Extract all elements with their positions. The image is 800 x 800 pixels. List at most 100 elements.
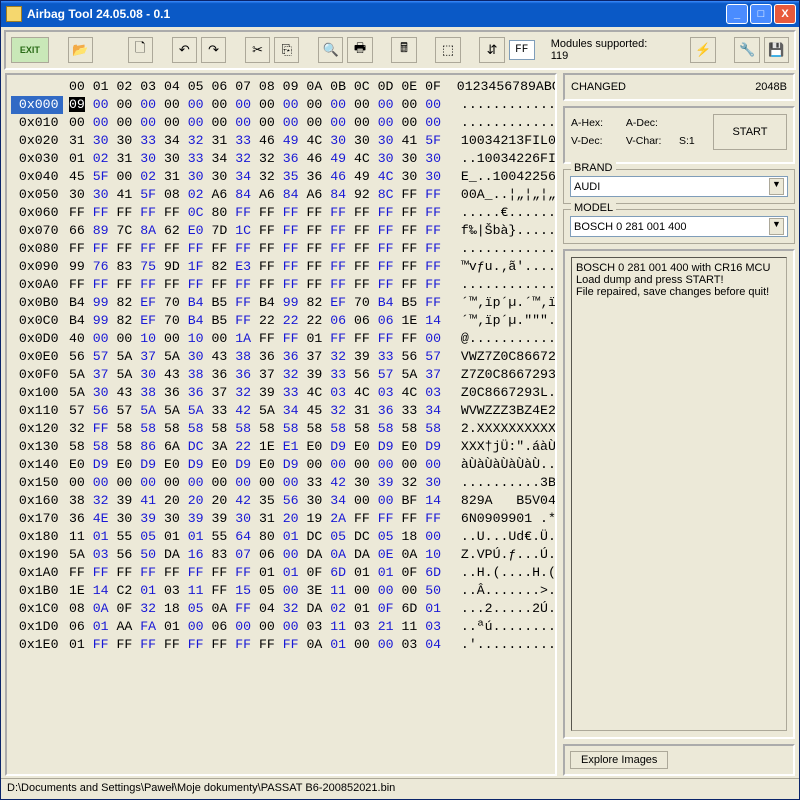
open-button[interactable]: 📂 <box>68 37 93 63</box>
hex-row[interactable]: 0x020 31 30 30 33 34 32 31 33 46 49 4C 3… <box>11 132 551 150</box>
hex-bytes[interactable]: FF FF FF FF FF FF FF FF 01 01 0F 6D 01 0… <box>69 564 449 582</box>
minimize-button[interactable]: _ <box>726 4 748 24</box>
hex-row[interactable]: 0x0A0 FF FF FF FF FF FF FF FF FF FF FF F… <box>11 276 551 294</box>
hex-editor[interactable]: 00 01 02 03 04 05 06 07 08 09 0A 0B 0C 0… <box>5 73 557 776</box>
calc-button[interactable]: 🖩 <box>391 37 416 63</box>
brand-select[interactable]: AUDI ▼ <box>570 176 788 197</box>
sort-button[interactable]: ⇵ <box>479 37 504 63</box>
hex-bytes[interactable]: 36 4E 30 39 30 39 39 30 31 20 19 2A FF F… <box>69 510 449 528</box>
hex-row[interactable]: 0x070 66 89 7C 8A 62 E0 7D 1C FF FF FF F… <box>11 222 551 240</box>
values-panel: START A-Hex: A-Dec: V-Dec: V-Char: S:1 <box>563 106 795 164</box>
print-button[interactable]: 🖶 <box>347 37 372 63</box>
hex-row[interactable]: 0x040 45 5F 00 02 31 30 30 34 32 35 36 4… <box>11 168 551 186</box>
hex-row[interactable]: 0x170 36 4E 30 39 30 39 39 30 31 20 19 2… <box>11 510 551 528</box>
hex-row[interactable]: 0x120 32 FF 58 58 58 58 58 58 58 58 58 5… <box>11 420 551 438</box>
model-select[interactable]: BOSCH 0 281 001 400 ▼ <box>570 216 788 237</box>
hex-bytes[interactable]: 09 00 00 00 00 00 00 00 00 00 00 00 00 0… <box>69 96 449 114</box>
hex-ascii: ..10034226FIL000 <box>453 150 555 168</box>
hex-row[interactable]: 0x000 09 00 00 00 00 00 00 00 00 00 00 0… <box>11 96 551 114</box>
hex-bytes[interactable]: 1E 14 C2 01 03 11 FF 15 05 00 3E 11 00 0… <box>69 582 449 600</box>
select-button[interactable]: ⬚ <box>435 37 460 63</box>
hex-row[interactable]: 0x1B0 1E 14 C2 01 03 11 FF 15 05 00 3E 1… <box>11 582 551 600</box>
hex-bytes[interactable]: 66 89 7C 8A 62 E0 7D 1C FF FF FF FF FF F… <box>69 222 449 240</box>
explore-panel: Explore Images <box>563 744 795 776</box>
hex-ascii: àÙàÙàÙàÙàÙ...... <box>453 456 555 474</box>
hex-row[interactable]: 0x0B0 B4 99 82 EF 70 B4 B5 FF B4 99 82 E… <box>11 294 551 312</box>
hex-bytes[interactable]: B4 99 82 EF 70 B4 B5 FF B4 99 82 EF 70 B… <box>69 294 449 312</box>
chevron-down-icon: ▼ <box>769 218 784 235</box>
hex-bytes[interactable]: 40 00 00 10 00 10 00 1A FF FF 01 FF FF F… <box>69 330 449 348</box>
hex-row[interactable]: 0x0C0 B4 99 82 EF 70 B4 B5 FF 22 22 22 0… <box>11 312 551 330</box>
redo-button[interactable]: ↷ <box>201 37 226 63</box>
hex-row[interactable]: 0x0D0 40 00 00 10 00 10 00 1A FF FF 01 F… <box>11 330 551 348</box>
hex-row[interactable]: 0x1A0 FF FF FF FF FF FF FF FF 01 01 0F 6… <box>11 564 551 582</box>
maximize-button[interactable]: □ <box>750 4 772 24</box>
hex-bytes[interactable]: 5A 03 56 50 DA 16 83 07 06 00 DA 0A DA 0… <box>69 546 449 564</box>
hex-row[interactable]: 0x180 11 01 55 05 01 01 55 64 80 01 DC 0… <box>11 528 551 546</box>
hex-bytes[interactable]: 30 30 41 5F 08 02 A6 84 A6 84 A6 84 92 8… <box>69 186 449 204</box>
hex-row[interactable]: 0x0E0 56 57 5A 37 5A 30 43 38 36 36 37 3… <box>11 348 551 366</box>
hex-bytes[interactable]: 08 0A 0F 32 18 05 0A FF 04 32 DA 02 01 0… <box>69 600 449 618</box>
hex-row[interactable]: 0x160 38 32 39 41 20 20 20 42 35 56 30 3… <box>11 492 551 510</box>
new-doc-button[interactable]: 🗋 <box>128 37 153 63</box>
hex-bytes[interactable]: 01 FF FF FF FF FF FF FF FF FF 0A 01 00 0… <box>69 636 449 654</box>
hex-bytes[interactable]: 5A 37 5A 30 43 38 36 36 37 32 39 33 56 5… <box>69 366 449 384</box>
hex-address: 0x0D0 <box>11 330 63 348</box>
hex-row[interactable]: 0x110 57 56 57 5A 5A 5A 33 42 5A 34 45 3… <box>11 402 551 420</box>
hex-bytes[interactable]: FF FF FF FF FF FF FF FF FF FF FF FF FF F… <box>69 240 449 258</box>
hex-bytes[interactable]: 11 01 55 05 01 01 55 64 80 01 DC 05 DC 0… <box>69 528 449 546</box>
hex-bytes[interactable]: 45 5F 00 02 31 30 30 34 32 35 36 46 49 4… <box>69 168 449 186</box>
hex-bytes[interactable]: 99 76 83 75 9D 1F 82 E3 FF FF FF FF FF F… <box>69 258 449 276</box>
cut-button[interactable]: ✂ <box>245 37 270 63</box>
hex-row[interactable]: 0x140 E0 D9 E0 D9 E0 D9 E0 D9 E0 D9 00 0… <box>11 456 551 474</box>
hex-row[interactable]: 0x100 5A 30 43 38 36 36 37 32 39 33 4C 0… <box>11 384 551 402</box>
hex-bytes[interactable]: 06 01 AA FA 01 00 06 00 00 00 03 11 03 2… <box>69 618 449 636</box>
hex-row[interactable]: 0x090 99 76 83 75 9D 1F 82 E3 FF FF FF F… <box>11 258 551 276</box>
hex-row[interactable]: 0x060 FF FF FF FF FF 0C 80 FF FF FF FF F… <box>11 204 551 222</box>
disk-button[interactable]: 💾 <box>764 37 789 63</box>
hex-row[interactable]: 0x010 00 00 00 00 00 00 00 00 00 00 00 0… <box>11 114 551 132</box>
hex-address: 0x0E0 <box>11 348 63 366</box>
start-button[interactable]: START <box>713 114 787 150</box>
hex-bytes[interactable]: 57 56 57 5A 5A 5A 33 42 5A 34 45 32 31 3… <box>69 402 449 420</box>
hex-bytes[interactable]: FF FF FF FF FF 0C 80 FF FF FF FF FF FF F… <box>69 204 449 222</box>
hex-bytes[interactable]: 38 32 39 41 20 20 20 42 35 56 30 34 00 0… <box>69 492 449 510</box>
find-button[interactable]: 🔍 <box>318 37 343 63</box>
hex-row[interactable]: 0x190 5A 03 56 50 DA 16 83 07 06 00 DA 0… <box>11 546 551 564</box>
hex-row[interactable]: 0x1D0 06 01 AA FA 01 00 06 00 00 00 03 1… <box>11 618 551 636</box>
hex-bytes[interactable]: 01 02 31 30 30 33 34 32 32 36 46 49 4C 3… <box>69 150 449 168</box>
hex-ascii: Z7Z0C8667293VWZ7 <box>453 366 555 384</box>
explore-images-button[interactable]: Explore Images <box>570 751 668 769</box>
hex-bytes[interactable]: FF FF FF FF FF FF FF FF FF FF FF FF FF F… <box>69 276 449 294</box>
wrench-button[interactable]: 🔧 <box>734 37 759 63</box>
hex-ascii: Z.VPÚ.ƒ...Ú.Ú... <box>453 546 555 564</box>
hex-bytes[interactable]: 31 30 30 33 34 32 31 33 46 49 4C 30 30 3… <box>69 132 449 150</box>
hex-bytes[interactable]: 56 57 5A 37 5A 30 43 38 36 36 37 32 39 3… <box>69 348 449 366</box>
hex-bytes[interactable]: 58 58 58 86 6A DC 3A 22 1E E1 E0 D9 E0 D… <box>69 438 449 456</box>
undo-button[interactable]: ↶ <box>172 37 197 63</box>
hex-ascii: ..U...Ud€.Ü.Ü... <box>453 528 555 546</box>
fill-value[interactable] <box>509 40 535 60</box>
copy-button[interactable]: ⎘ <box>274 37 299 63</box>
hex-bytes[interactable]: 32 FF 58 58 58 58 58 58 58 58 58 58 58 5… <box>69 420 449 438</box>
hex-ascii: ..........3B0920 <box>453 474 555 492</box>
hex-row[interactable]: 0x1C0 08 0A 0F 32 18 05 0A FF 04 32 DA 0… <box>11 600 551 618</box>
hex-row[interactable]: 0x080 FF FF FF FF FF FF FF FF FF FF FF F… <box>11 240 551 258</box>
hex-bytes[interactable]: B4 99 82 EF 70 B4 B5 FF 22 22 22 06 06 0… <box>69 312 449 330</box>
hex-row[interactable]: 0x1E0 01 FF FF FF FF FF FF FF FF FF 0A 0… <box>11 636 551 654</box>
lightning-button[interactable]: ⚡ <box>690 37 715 63</box>
hex-bytes[interactable]: 00 00 00 00 00 00 00 00 00 00 00 00 00 0… <box>69 114 449 132</box>
hex-bytes[interactable]: 5A 30 43 38 36 36 37 32 39 33 4C 03 4C 0… <box>69 384 449 402</box>
hex-row[interactable]: 0x0F0 5A 37 5A 30 43 38 36 36 37 32 39 3… <box>11 366 551 384</box>
hex-address: 0x1D0 <box>11 618 63 636</box>
vdec-label: V-Dec: <box>571 135 603 147</box>
hex-row[interactable]: 0x150 00 00 00 00 00 00 00 00 00 00 33 4… <box>11 474 551 492</box>
hex-bytes[interactable]: E0 D9 E0 D9 E0 D9 E0 D9 E0 D9 00 00 00 0… <box>69 456 449 474</box>
hex-bytes[interactable]: 00 00 00 00 00 00 00 00 00 00 33 42 30 3… <box>69 474 449 492</box>
exit-button[interactable]: EXIT <box>11 37 49 63</box>
hex-row[interactable]: 0x030 01 02 31 30 30 33 34 32 32 36 46 4… <box>11 150 551 168</box>
brand-value: AUDI <box>574 181 600 193</box>
hex-row[interactable]: 0x050 30 30 41 5F 08 02 A6 84 A6 84 A6 8… <box>11 186 551 204</box>
close-button[interactable]: X <box>774 4 796 24</box>
hex-row[interactable]: 0x130 58 58 58 86 6A DC 3A 22 1E E1 E0 D… <box>11 438 551 456</box>
